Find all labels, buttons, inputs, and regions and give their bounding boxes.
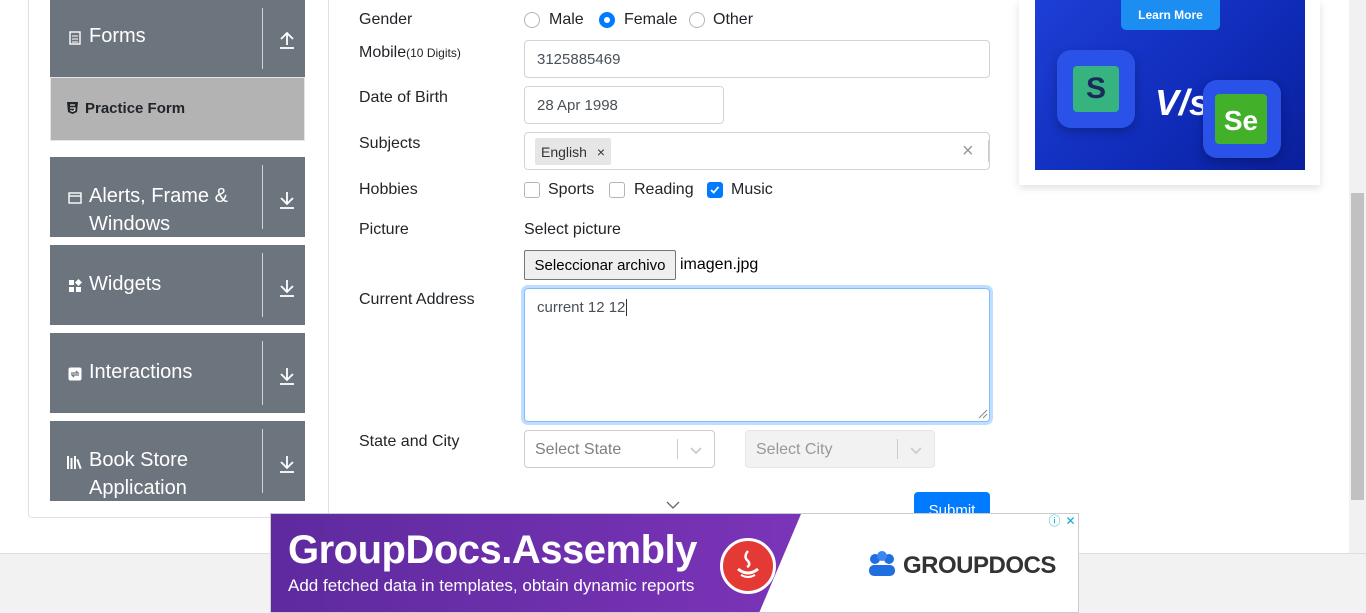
- katalon-logo-tile: S: [1057, 50, 1135, 128]
- chevron-down-icon[interactable]: [908, 442, 924, 458]
- katalon-logo: S: [1073, 66, 1119, 112]
- versus-text: V/s: [1155, 82, 1210, 123]
- widgets-icon: [69, 279, 82, 292]
- current-address-textarea[interactable]: current 12 12: [524, 288, 990, 422]
- choose-file-button[interactable]: Seleccionar archivo: [524, 250, 676, 280]
- select-separator: [897, 439, 898, 459]
- divider: [262, 429, 263, 493]
- hobby-reading-label[interactable]: Reading: [634, 181, 694, 199]
- chip-remove-icon[interactable]: ×: [597, 144, 605, 160]
- sidebar-group-label-line2: Windows: [89, 213, 171, 235]
- select-separator: [677, 439, 678, 459]
- gender-other-label[interactable]: Other: [713, 11, 753, 29]
- address-label: Current Address: [359, 291, 475, 308]
- sidebar-group-alerts[interactable]: Alerts, Frame & Windows: [50, 157, 305, 237]
- ad-subtitle: Add fetched data in templates, obtain dy…: [288, 576, 695, 595]
- ad-close-icon[interactable]: ✕: [1063, 514, 1078, 529]
- mobile-label-text: Mobile: [359, 44, 407, 61]
- dob-label: Date of Birth: [359, 89, 448, 106]
- dob-input[interactable]: 28 Apr 1998: [524, 86, 724, 124]
- subjects-separator: [988, 140, 989, 162]
- groupdocs-logo-icon: [869, 551, 895, 576]
- gender-label: Gender: [359, 11, 413, 28]
- divider: [262, 8, 263, 69]
- hobbies-label: Hobbies: [359, 181, 418, 198]
- state-select[interactable]: Select State: [524, 430, 715, 468]
- ad-title: GroupDocs.Assembly: [288, 528, 697, 572]
- upload-arrow-icon[interactable]: [279, 31, 295, 49]
- divider: [262, 165, 263, 229]
- sidebar-group-label: Book Store: [89, 449, 188, 471]
- interactions-icon: [68, 367, 82, 381]
- divider: [262, 253, 263, 317]
- ad-image: Learn More S V/s Se: [1035, 0, 1305, 170]
- sidebar-group-interactions[interactable]: Interactions: [50, 333, 305, 413]
- right-advertisement[interactable]: Learn More S V/s Se: [1019, 0, 1320, 185]
- coffee-cup-icon: [737, 550, 759, 578]
- resize-handle-icon[interactable]: [978, 409, 988, 419]
- divider: [262, 341, 263, 405]
- gender-female-radio[interactable]: [599, 12, 615, 28]
- hobby-sports-checkbox[interactable]: [524, 182, 540, 198]
- sidebar-group-label: Forms: [89, 25, 146, 47]
- sidebar-group-label: Interactions: [89, 361, 193, 383]
- document-icon: [69, 31, 81, 45]
- chevron-down-icon[interactable]: [688, 442, 704, 458]
- java-logo-icon: [720, 538, 776, 594]
- sidebar-group-forms[interactable]: Forms: [50, 0, 305, 77]
- city-select[interactable]: Select City: [745, 430, 935, 468]
- address-value: current 12 12: [537, 299, 626, 316]
- mobile-value: 3125885469: [537, 50, 621, 68]
- sidebar-group-label: Widgets: [89, 273, 162, 295]
- sidebar-group-book-store[interactable]: Book Store Application: [50, 421, 305, 501]
- text-cursor: [626, 299, 628, 316]
- sidebar-group-widgets[interactable]: Widgets: [50, 245, 305, 325]
- hobby-reading-checkbox[interactable]: [609, 182, 625, 198]
- sidebar-group-label: Alerts, Frame &: [89, 185, 228, 207]
- ad-info-icon[interactable]: ⓘ: [1047, 514, 1062, 529]
- gender-other-radio[interactable]: [689, 12, 705, 28]
- mobile-input[interactable]: 3125885469: [524, 40, 990, 78]
- selenium-logo: Se: [1215, 94, 1267, 144]
- books-icon: [67, 456, 82, 469]
- chevron-down-icon: [666, 501, 680, 509]
- scrollbar-thumb[interactable]: [1351, 193, 1364, 500]
- city-placeholder: Select City: [756, 441, 833, 458]
- subject-chip-label: English: [541, 143, 587, 160]
- html5-icon: [67, 102, 78, 114]
- file-name: imagen.jpg: [680, 256, 759, 273]
- gender-female-label[interactable]: Female: [624, 11, 677, 29]
- clear-icon[interactable]: ×: [962, 140, 974, 163]
- download-arrow-icon[interactable]: [279, 455, 295, 473]
- picture-prompt: Select picture: [524, 221, 621, 238]
- groupdocs-brand: GROUPDOCS: [903, 552, 1056, 579]
- download-arrow-icon[interactable]: [279, 279, 295, 297]
- sidebar-item-label: Practice Form: [85, 100, 186, 117]
- gender-male-radio[interactable]: [524, 12, 540, 28]
- download-arrow-icon[interactable]: [279, 367, 295, 385]
- bottom-advertisement[interactable]: GroupDocs.Assembly Add fetched data in t…: [270, 513, 1079, 613]
- state-placeholder: Select State: [535, 441, 622, 458]
- hobby-sports-label[interactable]: Sports: [548, 181, 594, 199]
- selenium-logo-tile: Se: [1203, 80, 1281, 158]
- subjects-label: Subjects: [359, 135, 421, 152]
- hobby-music-checkbox[interactable]: [707, 182, 723, 198]
- picture-label: Picture: [359, 221, 409, 238]
- mobile-label: Mobile(10 Digits): [359, 44, 461, 62]
- state-city-label: State and City: [359, 433, 460, 450]
- dob-value: 28 Apr 1998: [537, 96, 618, 114]
- sidebar-group-label-line2: Application: [89, 477, 187, 499]
- download-arrow-icon[interactable]: [279, 191, 295, 209]
- learn-more-button[interactable]: Learn More: [1121, 0, 1220, 30]
- mobile-hint: (10 Digits): [406, 46, 461, 60]
- sidebar-item-practice-form[interactable]: Practice Form: [50, 77, 305, 141]
- subject-chip: English ×: [535, 138, 612, 165]
- window-icon: [68, 192, 82, 204]
- gender-male-label[interactable]: Male: [549, 11, 584, 29]
- check-icon: [710, 186, 720, 194]
- hobby-music-label[interactable]: Music: [731, 181, 773, 199]
